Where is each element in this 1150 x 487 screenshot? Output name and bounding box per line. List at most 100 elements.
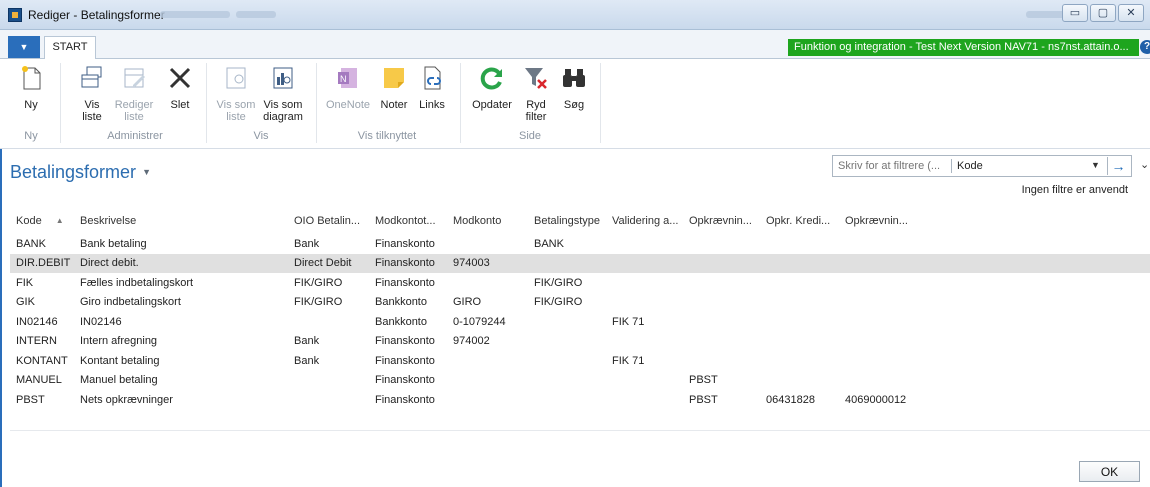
cell-betalingstype — [528, 371, 606, 391]
cell-opkraevning-1: PBST — [689, 393, 718, 406]
group-label-administrer: Administrer — [107, 130, 163, 142]
table-row[interactable]: PBST Nets opkrævninger Finanskonto PBST 0643… — [10, 390, 1150, 410]
cell-betalingstype — [528, 390, 606, 410]
cell-opkraevning-2 — [839, 332, 1150, 352]
cell-kode: PBST — [16, 393, 45, 406]
cell-opkr-kreditor — [760, 253, 839, 273]
group-separator — [316, 63, 317, 143]
filter-input[interactable] — [833, 156, 951, 176]
ribbon: Ny Ny Vis liste Rediger liste Slet Admin… — [0, 59, 1150, 149]
new-label: Ny — [24, 99, 38, 111]
show-list-button[interactable]: Vis liste — [72, 63, 112, 123]
cell-validering — [606, 390, 683, 410]
delete-button[interactable]: Slet — [162, 63, 198, 111]
page-menu-caret-icon[interactable]: ▼ — [142, 167, 151, 177]
column-header-beskrivelse[interactable]: Beskrivelse — [74, 208, 288, 234]
cell-kode: IN02146 — [16, 315, 58, 328]
column-header-opkraevning-1[interactable]: Opkrævnin... — [683, 208, 760, 234]
table-row-selected[interactable]: DIR.DEBIT Direct debit. Direct Debit Finans… — [10, 253, 1150, 273]
cell-opkr-kreditor — [760, 293, 839, 313]
chevron-down-icon[interactable]: ⌄ — [1140, 158, 1149, 171]
cell-modkontotype: Finanskonto — [375, 374, 435, 387]
column-header-opkr-kreditor[interactable]: Opkr. Kredi... — [760, 208, 839, 234]
view-as-list-button[interactable]: Vis som liste — [214, 63, 258, 123]
cell-oio: Bank — [294, 237, 320, 250]
show-list-icon — [81, 66, 102, 88]
links-button[interactable]: Links — [414, 63, 450, 111]
filter-separator — [951, 159, 952, 173]
cell-validering — [606, 273, 683, 293]
page-title[interactable]: Betalingsformer ▼ — [10, 162, 151, 183]
cell-modkontotype: Finanskonto — [375, 393, 435, 406]
cell-opkraevning-2 — [839, 351, 1150, 371]
view-as-chart-button[interactable]: Vis som diagram — [258, 63, 308, 123]
cell-opkraevning-1 — [683, 293, 760, 313]
group-label-vis-tilknyttet: Vis tilknyttet — [357, 130, 417, 142]
cell-opkr-kreditor: 06431828 — [766, 393, 815, 406]
table-row[interactable]: FIK Fælles indbetalingskort FIK/GIRO Finans… — [10, 273, 1150, 293]
column-header-betalingstype[interactable]: Betalingstype — [528, 208, 606, 234]
onenote-button[interactable]: N OneNote — [324, 63, 372, 111]
filter-field-select[interactable]: Kode — [957, 160, 983, 172]
notes-button[interactable]: Noter — [376, 63, 412, 111]
minimize-button[interactable]: ▭ — [1062, 4, 1088, 22]
table-row[interactable]: KONTANT Kontant betaling Bank Finanskonto FI… — [10, 351, 1150, 371]
refresh-label: Opdater — [472, 99, 512, 111]
ok-button[interactable]: OK — [1079, 461, 1140, 482]
column-header-modkontotype[interactable]: Modkontot... — [369, 208, 447, 234]
column-header-opkraevning-2[interactable]: Opkrævnin... — [839, 208, 1150, 234]
cell-oio — [288, 371, 369, 391]
maximize-button[interactable]: ▢ — [1090, 4, 1116, 22]
help-icon[interactable]: ? — [1140, 40, 1150, 54]
tab-start[interactable]: START — [44, 36, 96, 59]
table-row[interactable]: IN02146 IN02146 Bankkonto 0-1079244 FIK 71 — [10, 312, 1150, 332]
cell-modkonto: 974003 — [447, 253, 528, 273]
cell-beskrivelse: Kontant betaling — [80, 354, 160, 367]
blurred-breadcrumb — [160, 11, 230, 18]
column-header-oio-betaling[interactable]: OIO Betalin... — [288, 208, 369, 234]
blurred-breadcrumb — [236, 11, 276, 18]
close-button[interactable]: ✕ — [1118, 4, 1144, 22]
delete-x-icon — [169, 67, 191, 89]
cell-opkraevning-2: 4069000012 — [845, 393, 907, 406]
cell-opkraevning-2 — [839, 273, 1150, 293]
app-menu-button[interactable]: ▼ — [8, 36, 40, 58]
link-document-icon — [424, 66, 441, 90]
table-row[interactable]: MANUEL Manuel betaling Finanskonto PBST — [10, 371, 1150, 391]
table-row[interactable]: INTERN Intern afregning Bank Finanskonto 974… — [10, 332, 1150, 352]
column-header-modkonto[interactable]: Modkonto — [447, 208, 528, 234]
cell-opkr-kreditor — [760, 351, 839, 371]
chevron-down-icon[interactable]: ▼ — [1091, 160, 1100, 170]
cell-oio: FIK/GIRO — [294, 276, 343, 289]
apply-filter-arrow-icon[interactable]: → — [1107, 157, 1129, 175]
cell-validering — [606, 371, 683, 391]
cell-oio: Direct Debit — [288, 253, 369, 273]
column-header-validering[interactable]: Validering a... — [606, 208, 683, 234]
cell-kode: GIK — [16, 296, 35, 309]
cell-modkontotype: Bankkonto — [375, 296, 427, 309]
clear-filter-label: Ryd filter — [525, 99, 547, 123]
onenote-label: OneNote — [325, 99, 371, 111]
cell-beskrivelse: Bank betaling — [80, 237, 147, 250]
cell-beskrivelse: Direct debit. — [74, 253, 288, 273]
cell-modkontotype: Finanskonto — [375, 354, 435, 367]
cell-opkraevning-2 — [839, 293, 1150, 313]
column-header-kode[interactable]: Kode ▲ — [10, 208, 74, 234]
new-button[interactable]: Ny — [16, 63, 46, 111]
cell-validering — [606, 293, 683, 313]
cell-modkonto — [447, 351, 528, 371]
group-separator — [60, 63, 61, 143]
cell-opkr-kreditor — [760, 273, 839, 293]
cell-opkraevning-2 — [839, 253, 1150, 273]
search-button[interactable]: Søg — [556, 63, 592, 111]
cell-modkontotype: Finanskonto — [375, 335, 435, 348]
table-row[interactable]: GIK Giro indbetalingskort FIK/GIRO Bankkont… — [10, 293, 1150, 313]
payment-methods-table: Kode ▲ Beskrivelse OIO Betalin... Modkont… — [10, 208, 1150, 410]
cell-kode: BANK — [16, 237, 46, 250]
cell-opkr-kreditor — [760, 234, 839, 254]
edit-list-button[interactable]: Rediger liste — [112, 63, 156, 123]
clear-filter-button[interactable]: Ryd filter — [518, 63, 554, 123]
table-row[interactable]: BANK Bank betaling Bank Finanskonto BANK — [10, 234, 1150, 254]
cell-modkontotype: Bankkonto — [375, 315, 427, 328]
refresh-button[interactable]: Opdater — [470, 63, 514, 111]
